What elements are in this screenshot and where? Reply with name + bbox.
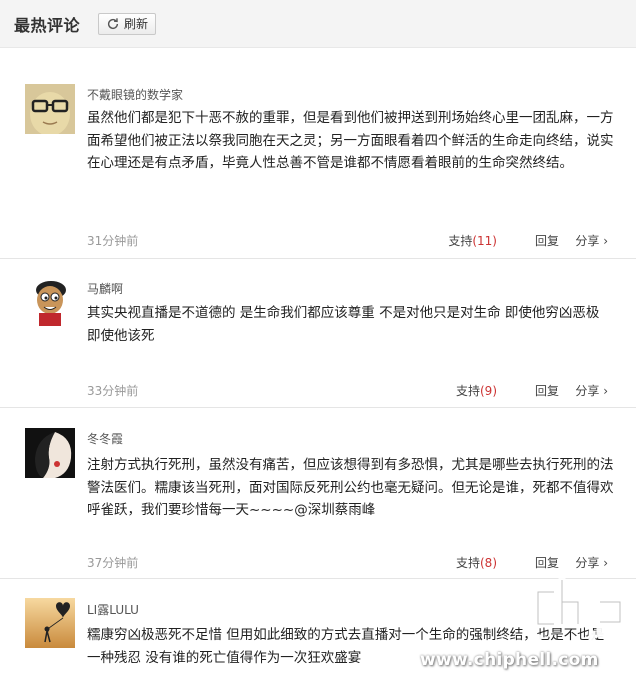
avatar[interactable] bbox=[25, 84, 75, 134]
divider bbox=[0, 258, 636, 259]
comment-actions: 支持(11) 回复 分享 › bbox=[427, 232, 608, 249]
support-button[interactable]: 支持(8) bbox=[427, 554, 497, 571]
support-label: 支持 bbox=[455, 384, 480, 398]
comments-header: 最热评论 刷新 bbox=[0, 0, 636, 48]
support-label: 支持 bbox=[448, 234, 473, 248]
avatar[interactable] bbox=[25, 276, 75, 326]
avatar[interactable] bbox=[25, 428, 75, 478]
username[interactable]: 冬冬霞 bbox=[87, 430, 123, 447]
comment-text: 虽然他们都是犯下十恶不赦的重罪，但是看到他们被押送到刑场始终心里一团乱麻，一方面… bbox=[87, 110, 614, 171]
username[interactable]: LI露LULU bbox=[87, 601, 139, 618]
support-label: 支持 bbox=[455, 556, 480, 570]
support-count: (8) bbox=[480, 556, 497, 570]
avatar-heart-balloon-image bbox=[25, 598, 75, 648]
share-label: 分享 bbox=[575, 234, 600, 248]
refresh-button[interactable]: 刷新 bbox=[98, 12, 157, 35]
reply-button[interactable]: 回复 bbox=[497, 554, 559, 571]
chiphell-logo-watermark bbox=[534, 578, 624, 686]
username[interactable]: 马麟啊 bbox=[87, 280, 123, 297]
username[interactable]: 不戴眼镜的数学家 bbox=[87, 86, 183, 103]
comment-actions: 支持(8) 回复 分享 › bbox=[427, 554, 608, 571]
support-count: (9) bbox=[480, 384, 497, 398]
chevron-right-icon: › bbox=[599, 234, 608, 248]
reply-button[interactable]: 回复 bbox=[497, 382, 559, 399]
share-label: 分享 bbox=[575, 556, 600, 570]
avatar-glasses-image bbox=[25, 84, 75, 134]
support-count: (11) bbox=[472, 234, 497, 248]
support-button[interactable]: 支持(9) bbox=[427, 382, 497, 399]
comment-actions: 支持(9) 回复 分享 › bbox=[427, 382, 608, 399]
refresh-icon bbox=[107, 17, 119, 29]
share-button[interactable]: 分享 › bbox=[559, 232, 608, 249]
share-label: 分享 bbox=[575, 384, 600, 398]
support-button[interactable]: 支持(11) bbox=[427, 232, 497, 249]
watermark-url: www.chiphell.com bbox=[420, 650, 599, 670]
avatar[interactable] bbox=[25, 598, 75, 648]
reply-button[interactable]: 回复 bbox=[497, 232, 559, 249]
divider bbox=[0, 407, 636, 408]
refresh-label: 刷新 bbox=[124, 17, 149, 31]
timestamp: 37分钟前 bbox=[87, 556, 139, 570]
chevron-right-icon: › bbox=[599, 384, 608, 398]
avatar-cartoon-image bbox=[25, 276, 75, 326]
comment-text: 注射方式执行死刑，虽然没有痛苦，但应该想得到有多恐惧，尤其是哪些去执行死刑的法警… bbox=[87, 457, 614, 518]
timestamp: 31分钟前 bbox=[87, 234, 139, 248]
section-title: 最热评论 bbox=[14, 15, 81, 35]
share-button[interactable]: 分享 › bbox=[559, 382, 608, 399]
chevron-right-icon: › bbox=[599, 556, 608, 570]
share-button[interactable]: 分享 › bbox=[559, 554, 608, 571]
avatar-silhouette-image bbox=[25, 428, 75, 478]
comment-text: 其实央视直播是不道德的 是生命我们都应该尊重 不是对他只是对生命 即使他穷凶恶极… bbox=[87, 305, 600, 344]
timestamp: 33分钟前 bbox=[87, 384, 139, 398]
